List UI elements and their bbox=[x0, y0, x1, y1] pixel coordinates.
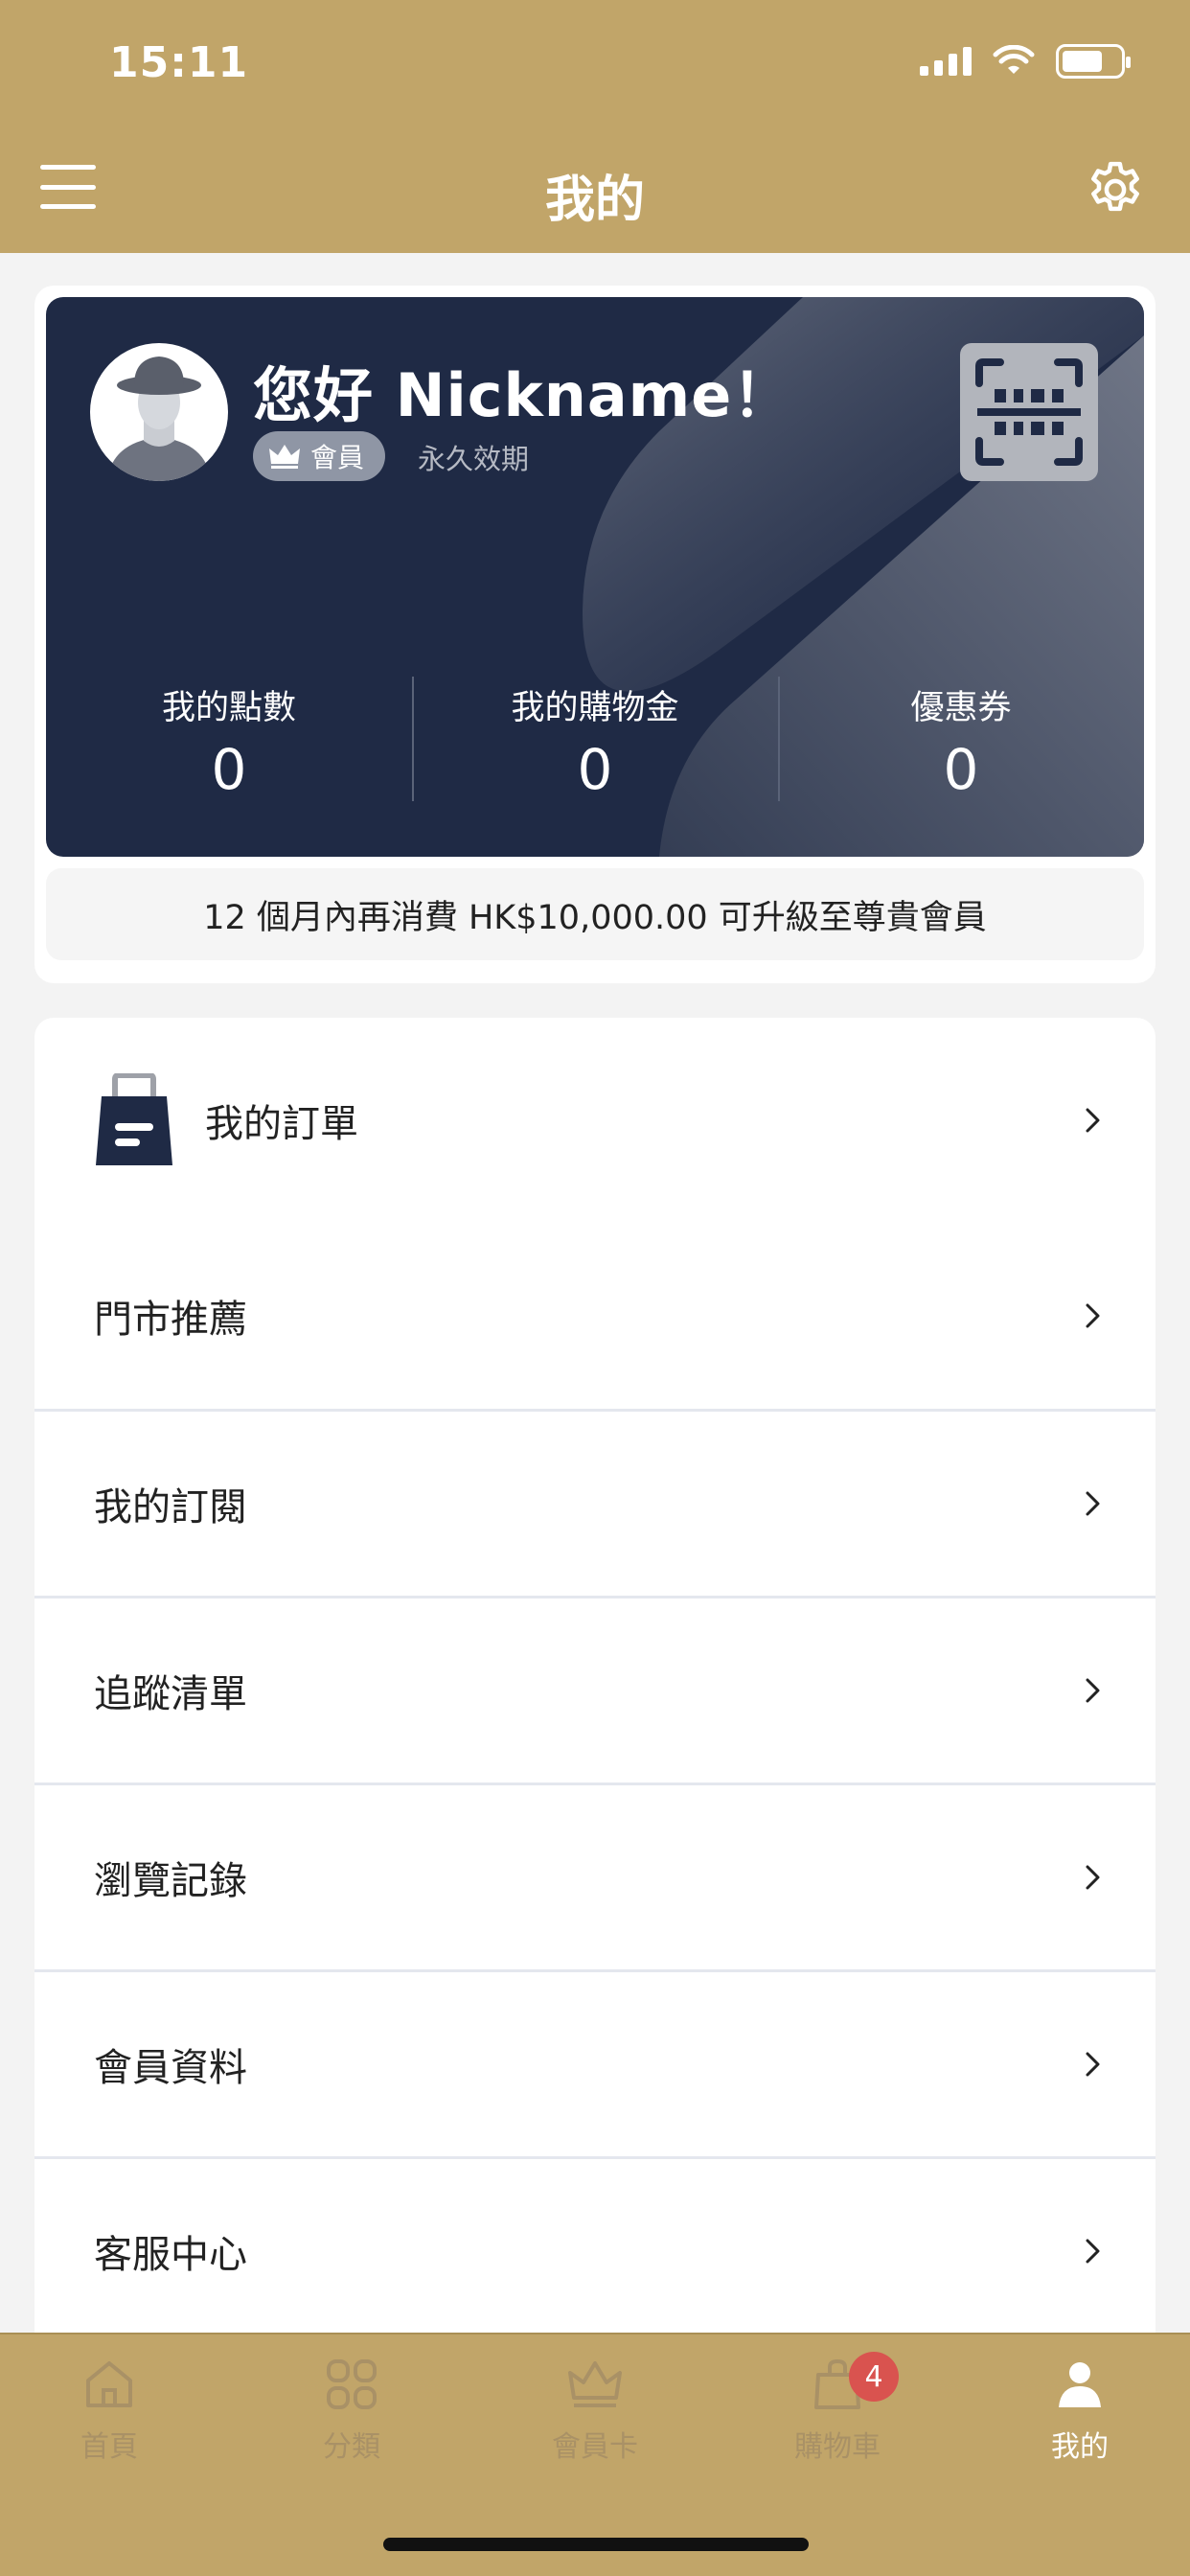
member-code-button[interactable] bbox=[960, 343, 1098, 481]
stat-coupons[interactable]: 優惠券 0 bbox=[778, 671, 1144, 805]
user-avatar-icon bbox=[107, 356, 211, 481]
home-indicator bbox=[383, 2538, 809, 2551]
my-orders-row[interactable]: 我的訂單 bbox=[34, 1018, 1156, 1223]
cart-count-badge: 4 bbox=[849, 2352, 899, 2402]
tab-label: 分類 bbox=[323, 2430, 380, 2464]
page-title: 我的 bbox=[544, 172, 645, 229]
chevron-right-icon bbox=[1086, 2239, 1100, 2264]
menu-item-customer-service[interactable]: 客服中心 bbox=[34, 2159, 1156, 2336]
barcode-scan-icon bbox=[975, 358, 1083, 466]
crown-icon bbox=[568, 2361, 622, 2407]
menu-item-label: 我的訂閱 bbox=[94, 1485, 247, 1530]
my-orders-label: 我的訂單 bbox=[205, 1102, 358, 1146]
member-card: 您好 Nickname！ 會員 永久效期 我的點數 0 我的購物金 0 優惠券 … bbox=[46, 297, 1144, 857]
chevron-right-icon bbox=[1086, 1108, 1100, 1133]
person-icon bbox=[1059, 2362, 1101, 2407]
avatar[interactable] bbox=[90, 343, 228, 481]
member-level-label: 會員 bbox=[310, 442, 365, 473]
stat-value: 0 bbox=[943, 737, 979, 802]
tab-label: 首頁 bbox=[80, 2430, 138, 2464]
battery-icon bbox=[1056, 44, 1131, 79]
category-icon bbox=[327, 2359, 377, 2409]
member-level-badge: 會員 bbox=[253, 431, 386, 481]
bottom-tab-bar: 首頁 分類 會員卡 4 購物車 我的 bbox=[0, 2333, 1190, 2576]
menu-item-label: 瀏覽記錄 bbox=[94, 1859, 247, 1903]
menu-item-browsing-history[interactable]: 瀏覽記錄 bbox=[34, 1785, 1156, 1969]
chevron-right-icon bbox=[1086, 2052, 1100, 2077]
tab-cart[interactable]: 4 購物車 bbox=[742, 2346, 933, 2490]
chevron-right-icon bbox=[1086, 1678, 1100, 1703]
stat-shopping-credit[interactable]: 我的購物金 0 bbox=[412, 671, 778, 805]
tab-label: 會員卡 bbox=[552, 2430, 638, 2464]
settings-gear-icon[interactable] bbox=[1083, 157, 1148, 222]
chevron-right-icon bbox=[1086, 1491, 1100, 1516]
status-time: 15:11 bbox=[109, 38, 249, 87]
tab-home[interactable]: 首頁 bbox=[13, 2346, 205, 2490]
greeting-text: 您好 Nickname！ bbox=[253, 360, 793, 430]
chevron-right-icon bbox=[1086, 1865, 1100, 1890]
tab-category[interactable]: 分類 bbox=[256, 2346, 447, 2490]
chevron-right-icon bbox=[1086, 1303, 1100, 1328]
stat-value: 0 bbox=[211, 737, 247, 802]
tab-label: 購物車 bbox=[794, 2430, 881, 2464]
crown-icon bbox=[269, 445, 300, 469]
member-stats: 我的點數 0 我的購物金 0 優惠券 0 bbox=[46, 671, 1144, 805]
upgrade-notice: 12 個月內再消費 HK$10,000.00 可升級至尊貴會員 bbox=[46, 868, 1144, 960]
menu-item-member-profile[interactable]: 會員資料 bbox=[34, 1972, 1156, 2156]
stat-label: 我的點數 bbox=[161, 689, 296, 727]
top-header: 15:11 我的 bbox=[0, 0, 1190, 253]
stat-label: 優惠券 bbox=[910, 689, 1012, 727]
tab-label: 我的 bbox=[1051, 2430, 1109, 2464]
member-card-section: 您好 Nickname！ 會員 永久效期 我的點數 0 我的購物金 0 優惠券 … bbox=[34, 286, 1156, 983]
stat-label: 我的購物金 bbox=[511, 689, 679, 727]
menu-item-subscriptions[interactable]: 我的訂閱 bbox=[34, 1412, 1156, 1596]
tab-member-card[interactable]: 會員卡 bbox=[499, 2346, 691, 2490]
status-icons bbox=[920, 44, 1131, 79]
tab-profile[interactable]: 我的 bbox=[984, 2346, 1176, 2490]
menu-item-label: 會員資料 bbox=[94, 2046, 247, 2090]
menu-item-store-recommendations[interactable]: 門市推薦 bbox=[34, 1223, 1156, 1409]
wifi-icon bbox=[993, 45, 1035, 74]
menu-item-label: 門市推薦 bbox=[94, 1298, 247, 1342]
signal-icon bbox=[920, 47, 972, 76]
menu-item-watchlist[interactable]: 追蹤清單 bbox=[34, 1598, 1156, 1782]
menu-list: 我的訂單 門市推薦 我的訂閱 追蹤清單 瀏覽記錄 會員資料 客服中心 bbox=[34, 1018, 1156, 2336]
menu-item-label: 客服中心 bbox=[94, 2233, 247, 2277]
stat-value: 0 bbox=[577, 737, 613, 802]
stat-points[interactable]: 我的點數 0 bbox=[46, 671, 412, 805]
menu-item-label: 追蹤清單 bbox=[94, 1672, 247, 1716]
home-icon bbox=[86, 2361, 132, 2407]
membership-validity: 永久效期 bbox=[418, 443, 530, 475]
shopping-bag-icon bbox=[96, 1073, 172, 1165]
